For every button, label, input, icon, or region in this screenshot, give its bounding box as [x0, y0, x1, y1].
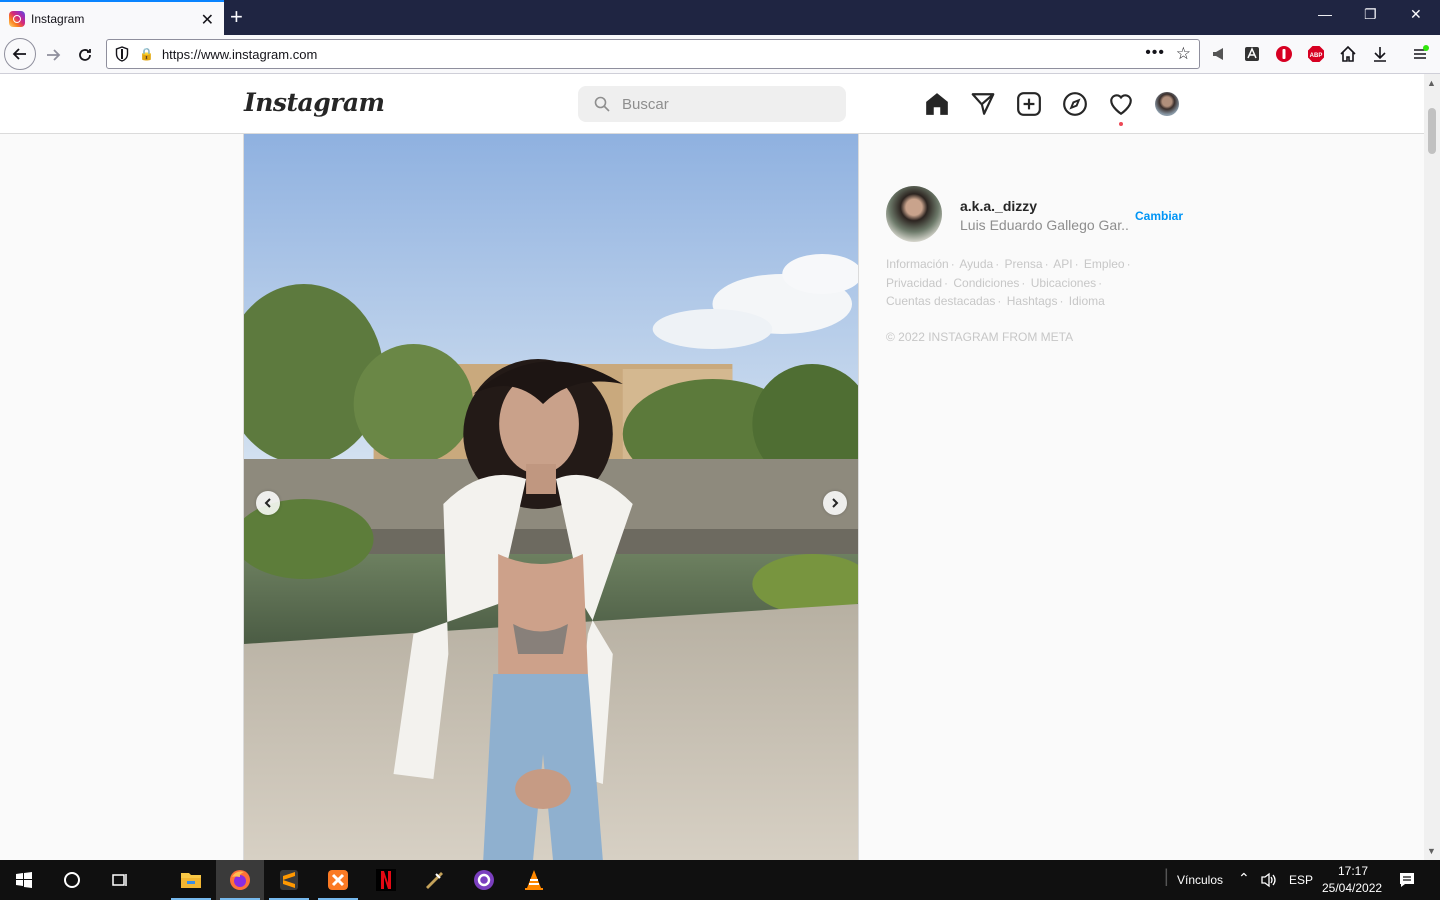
- ublock-extension-icon[interactable]: [1274, 44, 1294, 64]
- netflix-icon: [376, 869, 396, 891]
- new-post-icon[interactable]: [1016, 91, 1042, 117]
- footer-link[interactable]: API: [1053, 257, 1072, 271]
- page-actions-icon[interactable]: •••: [1145, 44, 1165, 62]
- abp-label: ABP: [1310, 53, 1323, 59]
- windows-logo-icon: [16, 872, 32, 888]
- folder-icon: [181, 873, 201, 888]
- links-toolbar-label[interactable]: Vínculos: [1177, 873, 1223, 887]
- start-button[interactable]: [0, 860, 48, 900]
- sublime-text-icon: [280, 870, 298, 890]
- github-icon: [474, 870, 494, 890]
- new-tab-icon[interactable]: +: [230, 4, 243, 30]
- scroll-down-icon[interactable]: ▼: [1427, 846, 1436, 856]
- post-photo[interactable]: [244, 134, 858, 860]
- url-text[interactable]: https://www.instagram.com: [162, 47, 317, 62]
- github-desktop-taskbar[interactable]: [460, 860, 508, 900]
- copyright-text: © 2022 INSTAGRAM FROM META: [886, 330, 1074, 344]
- instagram-favicon-icon: [9, 10, 25, 27]
- reload-button[interactable]: [70, 40, 100, 70]
- back-button[interactable]: [4, 38, 36, 70]
- forward-arrow-icon: [47, 49, 61, 61]
- minimize-icon[interactable]: —: [1318, 6, 1332, 22]
- taskbar-divider: |: [1164, 866, 1169, 886]
- home-nav-icon[interactable]: [924, 91, 950, 117]
- notification-dot: [1119, 122, 1123, 126]
- footer-link[interactable]: Privacidad: [886, 276, 942, 290]
- vlc-taskbar[interactable]: [510, 860, 558, 900]
- windows-taskbar: | Vínculos ⌃ ESP 17:17 25/04/2022: [0, 860, 1440, 900]
- language-indicator[interactable]: ESP: [1289, 873, 1313, 887]
- firefox-icon: [230, 870, 250, 890]
- footer-link[interactable]: Cuentas destacadas: [886, 294, 995, 308]
- page-scrollbar[interactable]: ▲ ▼: [1424, 74, 1440, 860]
- browser-tab-instagram[interactable]: Instagram ✕: [0, 0, 224, 35]
- carousel-next-button[interactable]: [823, 491, 847, 515]
- task-view-icon: [112, 874, 127, 886]
- close-tab-icon[interactable]: ✕: [201, 10, 214, 30]
- footer-link[interactable]: Información: [886, 257, 949, 271]
- archive-tool-icon: [426, 872, 443, 889]
- footer-link[interactable]: Condiciones: [953, 276, 1019, 290]
- tray-chevron-up-icon[interactable]: ⌃: [1238, 870, 1250, 887]
- sublime-text-taskbar[interactable]: [265, 860, 313, 900]
- close-window-icon[interactable]: ✕: [1410, 6, 1422, 23]
- sidebar-avatar[interactable]: [886, 186, 942, 242]
- firefox-taskbar[interactable]: [216, 860, 264, 900]
- netflix-taskbar[interactable]: [362, 860, 410, 900]
- xampp-taskbar[interactable]: [314, 860, 362, 900]
- search-box[interactable]: [578, 86, 846, 122]
- switch-account-button[interactable]: Cambiar: [1135, 209, 1183, 223]
- downloads-icon[interactable]: [1370, 44, 1390, 64]
- xampp-icon: [328, 870, 348, 890]
- search-icon: [594, 96, 610, 112]
- vlc-cone-icon: [525, 870, 543, 890]
- chevron-left-icon: [264, 498, 271, 508]
- bookmark-star-icon[interactable]: ☆: [1176, 44, 1191, 64]
- sidebar-username[interactable]: a.k.a._dizzy: [960, 198, 1037, 214]
- explore-compass-icon[interactable]: [1062, 91, 1088, 117]
- cortana-circle-icon: [64, 872, 80, 888]
- clock-date[interactable]: 25/04/2022: [1322, 881, 1382, 895]
- search-taskbar-button[interactable]: [48, 860, 96, 900]
- app-menu-icon[interactable]: [1410, 44, 1430, 64]
- file-explorer-taskbar[interactable]: [167, 860, 215, 900]
- adblock-plus-extension-icon[interactable]: ABP: [1306, 44, 1326, 64]
- browser-tab-strip: Instagram ✕ + — ❐ ✕: [0, 0, 1440, 35]
- instagram-logo[interactable]: Instagram: [244, 88, 385, 117]
- back-arrow-icon: [12, 48, 26, 60]
- tab-title: Instagram: [31, 11, 85, 26]
- footer-link[interactable]: Ubicaciones: [1031, 276, 1096, 290]
- carousel-prev-button[interactable]: [256, 491, 280, 515]
- footer-links: Información · Ayuda · Prensa · API · Empleo ·…: [886, 257, 1131, 308]
- instagram-header: Instagram: [0, 74, 1424, 134]
- scroll-up-icon[interactable]: ▲: [1427, 78, 1436, 88]
- direct-messages-icon[interactable]: [970, 91, 996, 117]
- footer-link[interactable]: Ayuda: [959, 257, 993, 271]
- footer-link[interactable]: Prensa: [1005, 257, 1043, 271]
- task-view-button[interactable]: [96, 860, 144, 900]
- search-input[interactable]: [622, 95, 822, 113]
- sidebar-full-name: Luis Eduardo Gallego Gar...: [960, 217, 1130, 233]
- address-bar[interactable]: 🔒 https://www.instagram.com ••• ☆: [106, 39, 1200, 69]
- volume-icon[interactable]: [1260, 872, 1278, 888]
- chevron-right-icon: [832, 498, 839, 508]
- home-icon[interactable]: [1338, 44, 1358, 64]
- lock-icon[interactable]: 🔒: [139, 47, 154, 61]
- feed-post: [243, 134, 859, 860]
- clock-time[interactable]: 17:17: [1338, 864, 1368, 878]
- action-center-icon[interactable]: [1398, 871, 1416, 889]
- translate-extension-icon[interactable]: [1242, 44, 1262, 64]
- forward-button[interactable]: [38, 40, 68, 70]
- footer-link[interactable]: Idioma: [1069, 294, 1105, 308]
- scrollbar-thumb[interactable]: [1428, 108, 1436, 154]
- profile-avatar-icon[interactable]: [1155, 92, 1179, 116]
- footer-link[interactable]: Empleo: [1084, 257, 1125, 271]
- winrar-taskbar[interactable]: [410, 860, 458, 900]
- tracking-protection-shield-icon[interactable]: [115, 46, 129, 62]
- activity-heart-icon[interactable]: [1108, 91, 1134, 117]
- reload-icon: [79, 49, 91, 61]
- footer-link[interactable]: Hashtags: [1007, 294, 1058, 308]
- megaphone-extension-icon[interactable]: [1210, 44, 1230, 64]
- restore-icon[interactable]: ❐: [1364, 6, 1377, 23]
